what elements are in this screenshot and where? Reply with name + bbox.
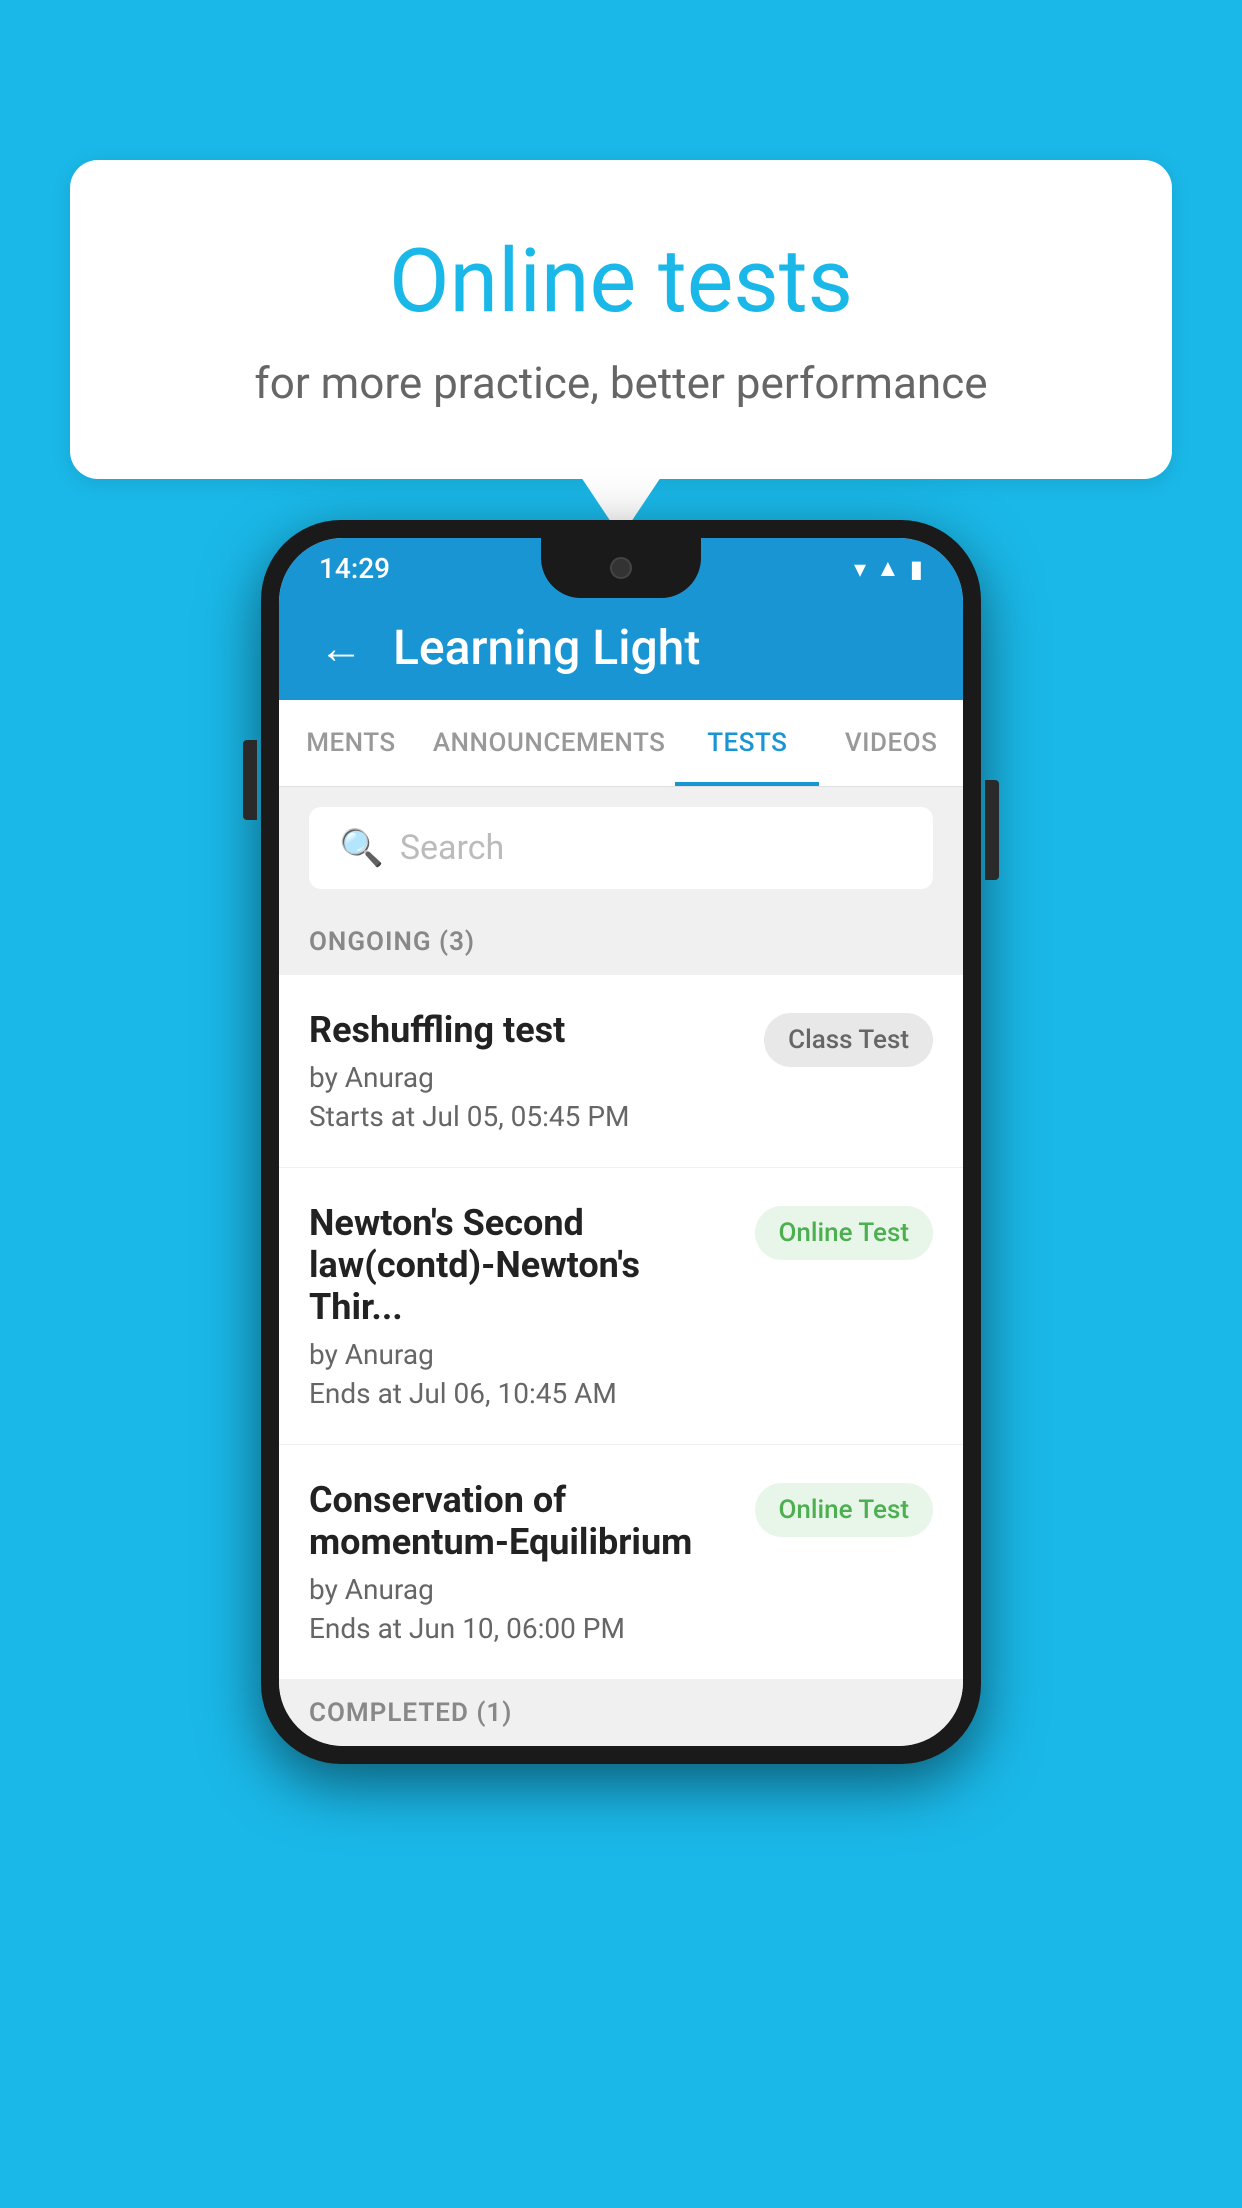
test-time: Ends at Jul 06, 10:45 AM <box>309 1377 735 1410</box>
phone-outer-frame: 14:29 ▾ ▲ ▮ ← Learning Light MENTS ANNOU… <box>261 520 981 1764</box>
test-badge-class: Class Test <box>764 1013 933 1067</box>
completed-section-header: COMPLETED (1) <box>279 1680 963 1746</box>
phone-mockup: 14:29 ▾ ▲ ▮ ← Learning Light MENTS ANNOU… <box>261 520 981 1764</box>
test-name: Conservation of momentum-Equilibrium <box>309 1479 735 1563</box>
back-button[interactable]: ← <box>319 622 363 674</box>
test-item[interactable]: Conservation of momentum-Equilibrium by … <box>279 1445 963 1680</box>
bubble-subtitle: for more practice, better performance <box>150 357 1092 409</box>
search-icon: 🔍 <box>339 827 384 869</box>
test-time: Starts at Jul 05, 05:45 PM <box>309 1100 744 1133</box>
bubble-title: Online tests <box>150 230 1092 333</box>
app-title: Learning Light <box>393 619 700 676</box>
tab-announcements[interactable]: ANNOUNCEMENTS <box>423 700 676 786</box>
test-info: Conservation of momentum-Equilibrium by … <box>309 1479 735 1645</box>
test-by: by Anurag <box>309 1061 744 1094</box>
camera-dot <box>610 557 632 579</box>
test-badge-online: Online Test <box>755 1483 934 1537</box>
phone-notch <box>541 538 701 598</box>
speech-bubble: Online tests for more practice, better p… <box>70 160 1172 479</box>
tab-tests[interactable]: TESTS <box>675 700 819 786</box>
test-item[interactable]: Reshuffling test by Anurag Starts at Jul… <box>279 975 963 1168</box>
test-by: by Anurag <box>309 1338 735 1371</box>
test-info: Newton's Second law(contd)-Newton's Thir… <box>309 1202 735 1410</box>
speech-bubble-section: Online tests for more practice, better p… <box>70 160 1172 537</box>
wifi-icon: ▾ <box>854 555 866 583</box>
tab-videos[interactable]: VIDEOS <box>819 700 963 786</box>
signal-icon: ▲ <box>876 554 900 583</box>
test-by: by Anurag <box>309 1573 735 1606</box>
test-info: Reshuffling test by Anurag Starts at Jul… <box>309 1009 744 1133</box>
phone-screen: 14:29 ▾ ▲ ▮ ← Learning Light MENTS ANNOU… <box>279 538 963 1746</box>
test-time: Ends at Jun 10, 06:00 PM <box>309 1612 735 1645</box>
tab-ments[interactable]: MENTS <box>279 700 423 786</box>
status-icons: ▾ ▲ ▮ <box>854 554 923 583</box>
tests-list: Reshuffling test by Anurag Starts at Jul… <box>279 975 963 1680</box>
search-container: 🔍 Search <box>279 787 963 909</box>
test-badge-online: Online Test <box>755 1206 934 1260</box>
test-item[interactable]: Newton's Second law(contd)-Newton's Thir… <box>279 1168 963 1445</box>
test-name: Newton's Second law(contd)-Newton's Thir… <box>309 1202 735 1328</box>
tabs-bar: MENTS ANNOUNCEMENTS TESTS VIDEOS <box>279 700 963 787</box>
app-header: ← Learning Light <box>279 595 963 700</box>
status-time: 14:29 <box>319 552 390 585</box>
battery-icon: ▮ <box>910 555 923 583</box>
test-name: Reshuffling test <box>309 1009 744 1051</box>
search-bar[interactable]: 🔍 Search <box>309 807 933 889</box>
search-placeholder: Search <box>400 828 504 868</box>
ongoing-section-header: ONGOING (3) <box>279 909 963 975</box>
ongoing-label: ONGOING (3) <box>309 927 475 957</box>
completed-label: COMPLETED (1) <box>309 1698 512 1728</box>
